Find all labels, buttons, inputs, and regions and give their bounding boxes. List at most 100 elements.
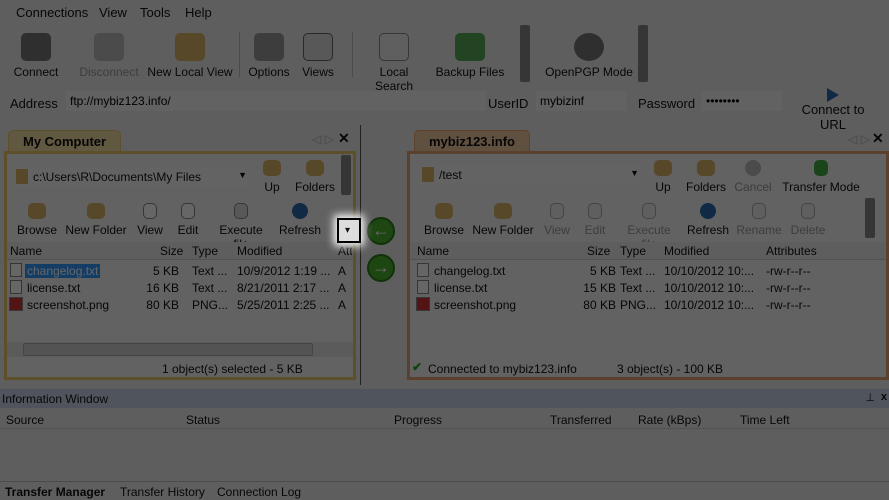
table-row[interactable]: license.txt 16 KB Text ... 8/21/2011 2:17 .… bbox=[7, 280, 353, 297]
remote-new-folder-button[interactable]: New Folder bbox=[472, 203, 534, 237]
file-name: screenshot.png bbox=[27, 298, 110, 312]
local-browse-button[interactable]: Browse bbox=[14, 203, 60, 237]
refresh-icon bbox=[292, 203, 308, 219]
pin-icon[interactable]: ⊥ bbox=[865, 391, 875, 404]
col-source[interactable]: Source bbox=[6, 413, 44, 427]
file-attr: -rw-r--r-- bbox=[766, 298, 811, 312]
local-new-folder-button[interactable]: New Folder bbox=[65, 203, 127, 237]
toolbar-grip[interactable] bbox=[638, 25, 648, 82]
file-modified: 10/10/2012 10:... bbox=[664, 264, 755, 278]
col-type[interactable]: Type bbox=[620, 244, 646, 258]
splitter[interactable] bbox=[360, 125, 361, 385]
delete-icon bbox=[801, 203, 815, 219]
tab-scroll-arrows[interactable]: ◁ ▷ bbox=[312, 132, 334, 146]
table-row[interactable]: changelog.txt 5 KB Text ... 10/10/2012 10:.… bbox=[410, 263, 886, 280]
tab-my-computer[interactable]: My Computer bbox=[8, 130, 122, 152]
menu-help[interactable]: Help bbox=[185, 5, 212, 20]
tab-remote-site[interactable]: mybiz123.info bbox=[414, 130, 530, 152]
file-type: Text ... bbox=[192, 281, 228, 295]
local-up-button[interactable]: Up bbox=[260, 160, 284, 194]
password-input[interactable] bbox=[702, 91, 782, 111]
menu-connections[interactable]: Connections bbox=[16, 5, 88, 20]
backup-disk-icon bbox=[455, 33, 485, 61]
horizontal-scrollbar[interactable] bbox=[7, 342, 353, 357]
remote-up-button[interactable]: Up bbox=[651, 160, 675, 194]
table-row[interactable]: screenshot.png 80 KB PNG... 5/25/2011 2:25 … bbox=[7, 297, 353, 314]
col-attributes[interactable]: Attributes bbox=[766, 244, 817, 258]
col-type[interactable]: Type bbox=[192, 244, 218, 258]
userid-input[interactable] bbox=[536, 91, 626, 111]
tab-scroll-arrows[interactable]: ◁ ▷ bbox=[848, 132, 870, 146]
local-search-button[interactable]: Local Search bbox=[359, 33, 429, 93]
views-button[interactable]: Views bbox=[298, 33, 338, 79]
col-size[interactable]: Size bbox=[587, 244, 610, 258]
local-view-button[interactable]: View bbox=[134, 203, 166, 237]
options-button[interactable]: Options bbox=[245, 33, 293, 79]
file-attr: -rw-r--r-- bbox=[766, 281, 811, 295]
chevron-down-icon: ▼ bbox=[630, 168, 639, 178]
local-refresh-button[interactable]: Refresh bbox=[279, 203, 321, 237]
label: Browse bbox=[16, 223, 57, 237]
table-row[interactable]: changelog.txt 5 KB Text ... 10/9/2012 1:19 … bbox=[7, 263, 353, 280]
transfer-mode-button[interactable]: Transfer Mode bbox=[779, 160, 863, 194]
local-folders-button[interactable]: Folders bbox=[294, 160, 336, 194]
transfer-mode-icon bbox=[814, 160, 828, 176]
close-icon[interactable]: ✕ bbox=[872, 130, 884, 147]
toolbar-overflow-button[interactable]: ▾ bbox=[337, 218, 361, 243]
scrollbar-thumb[interactable] bbox=[23, 343, 313, 356]
col-attributes[interactable]: Attri bbox=[338, 244, 352, 258]
close-icon[interactable]: ✕ bbox=[338, 130, 350, 147]
toolbar-grip[interactable] bbox=[865, 198, 875, 238]
col-modified[interactable]: Modified bbox=[664, 244, 709, 258]
file-size: 15 KB bbox=[583, 281, 616, 295]
file-type: Text ... bbox=[620, 264, 656, 278]
toolbar-grip[interactable] bbox=[341, 155, 351, 195]
col-name[interactable]: Name bbox=[417, 244, 449, 258]
remote-path-dropdown[interactable]: /test ▼ bbox=[420, 165, 642, 185]
label: Connect bbox=[13, 65, 59, 79]
label: Edit bbox=[177, 223, 199, 237]
local-edit-button[interactable]: Edit bbox=[172, 203, 204, 237]
remote-folders-button[interactable]: Folders bbox=[685, 160, 727, 194]
backup-files-button[interactable]: Backup Files bbox=[435, 33, 505, 79]
col-transferred[interactable]: Transferred bbox=[550, 413, 612, 427]
cancel-button: Cancel bbox=[734, 160, 772, 194]
table-row[interactable]: screenshot.png 80 KB PNG... 10/10/2012 10:.… bbox=[410, 297, 886, 314]
table-row[interactable]: license.txt 15 KB Text ... 10/10/2012 10:..… bbox=[410, 280, 886, 297]
file-size: 16 KB bbox=[146, 281, 179, 295]
openpgp-mode-button[interactable]: OpenPGP Mode bbox=[544, 33, 634, 79]
menu-view[interactable]: View bbox=[99, 5, 127, 20]
image-file-icon bbox=[9, 297, 23, 311]
address-input[interactable] bbox=[66, 91, 486, 111]
userid-label: UserID bbox=[488, 96, 529, 111]
col-modified[interactable]: Modified bbox=[237, 244, 282, 258]
file-name: license.txt bbox=[434, 281, 488, 295]
file-size: 80 KB bbox=[146, 298, 179, 312]
text-file-icon bbox=[10, 263, 22, 277]
up-folder-icon bbox=[263, 160, 281, 176]
connect-button[interactable]: Connect bbox=[8, 33, 64, 79]
col-rate[interactable]: Rate (kBps) bbox=[638, 413, 701, 427]
remote-browse-button[interactable]: Browse bbox=[424, 203, 464, 237]
tab-transfer-history[interactable]: Transfer History bbox=[120, 485, 205, 499]
connect-to-url-button[interactable]: Connect to URL bbox=[788, 88, 878, 132]
rename-icon bbox=[752, 203, 766, 219]
new-local-view-button[interactable]: New Local View bbox=[146, 33, 234, 79]
label: Rename bbox=[736, 223, 782, 237]
upload-arrow-button[interactable]: ← bbox=[367, 217, 395, 245]
col-status[interactable]: Status bbox=[186, 413, 220, 427]
col-progress[interactable]: Progress bbox=[394, 413, 442, 427]
download-arrow-button[interactable]: → bbox=[367, 254, 395, 282]
menu-tools[interactable]: Tools bbox=[140, 5, 170, 20]
col-time-left[interactable]: Time Left bbox=[740, 413, 790, 427]
toolbar-grip[interactable] bbox=[520, 25, 530, 82]
local-path-dropdown[interactable]: c:\Users\R\Documents\My Files ▼ bbox=[14, 167, 250, 187]
view-file-icon bbox=[550, 203, 564, 219]
col-size[interactable]: Size bbox=[160, 244, 183, 258]
col-name[interactable]: Name bbox=[10, 244, 42, 258]
close-icon[interactable]: x bbox=[881, 391, 887, 403]
tab-connection-log[interactable]: Connection Log bbox=[217, 485, 301, 499]
tab-transfer-manager[interactable]: Transfer Manager bbox=[5, 485, 105, 499]
remote-refresh-button[interactable]: Refresh bbox=[686, 203, 730, 237]
file-modified: 5/25/2011 2:25 ... bbox=[237, 298, 330, 312]
